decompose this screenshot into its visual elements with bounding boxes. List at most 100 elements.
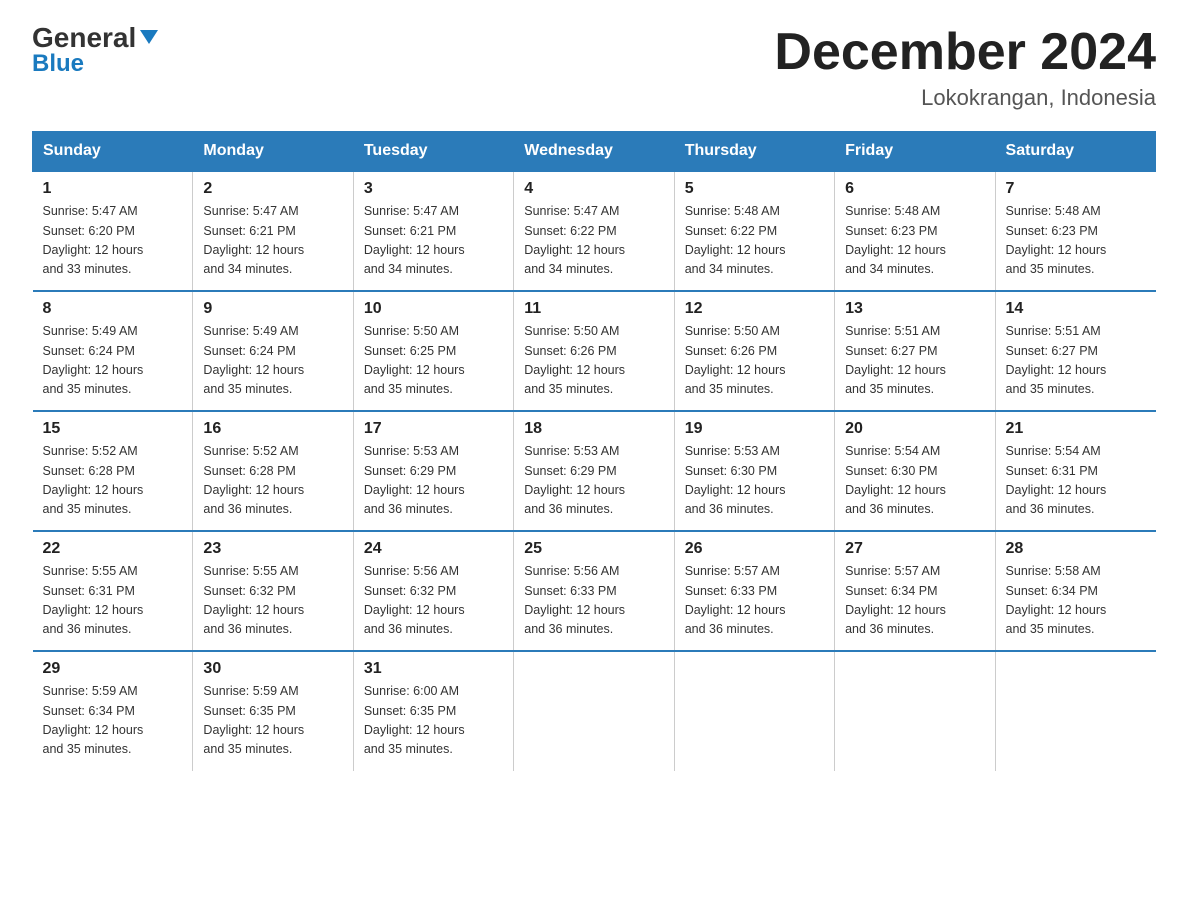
day-number: 24 (364, 540, 503, 558)
day-number: 8 (43, 300, 183, 318)
day-number: 4 (524, 180, 663, 198)
calendar-table: Sunday Monday Tuesday Wednesday Thursday… (32, 131, 1156, 771)
table-row: 30 Sunrise: 5:59 AM Sunset: 6:35 PM Dayl… (193, 651, 353, 771)
day-number: 12 (685, 300, 824, 318)
day-number: 1 (43, 180, 183, 198)
day-info: Sunrise: 5:53 AM Sunset: 6:29 PM Dayligh… (524, 442, 663, 520)
day-info: Sunrise: 5:50 AM Sunset: 6:26 PM Dayligh… (685, 322, 824, 400)
day-info: Sunrise: 5:58 AM Sunset: 6:34 PM Dayligh… (1006, 562, 1146, 640)
day-number: 17 (364, 420, 503, 438)
table-row: 13 Sunrise: 5:51 AM Sunset: 6:27 PM Dayl… (835, 291, 995, 411)
col-sunday: Sunday (33, 132, 193, 172)
table-row: 19 Sunrise: 5:53 AM Sunset: 6:30 PM Dayl… (674, 411, 834, 531)
day-number: 23 (203, 540, 342, 558)
day-info: Sunrise: 5:49 AM Sunset: 6:24 PM Dayligh… (43, 322, 183, 400)
calendar-week-row: 22 Sunrise: 5:55 AM Sunset: 6:31 PM Dayl… (33, 531, 1156, 651)
table-row: 20 Sunrise: 5:54 AM Sunset: 6:30 PM Dayl… (835, 411, 995, 531)
calendar-week-row: 29 Sunrise: 5:59 AM Sunset: 6:34 PM Dayl… (33, 651, 1156, 771)
day-info: Sunrise: 5:54 AM Sunset: 6:30 PM Dayligh… (845, 442, 984, 520)
logo-arrow-icon (138, 26, 160, 48)
day-info: Sunrise: 5:59 AM Sunset: 6:34 PM Dayligh… (43, 682, 183, 760)
table-row: 27 Sunrise: 5:57 AM Sunset: 6:34 PM Dayl… (835, 531, 995, 651)
table-row (514, 651, 674, 771)
table-row: 29 Sunrise: 5:59 AM Sunset: 6:34 PM Dayl… (33, 651, 193, 771)
col-wednesday: Wednesday (514, 132, 674, 172)
day-info: Sunrise: 5:48 AM Sunset: 6:23 PM Dayligh… (1006, 202, 1146, 280)
day-number: 14 (1006, 300, 1146, 318)
calendar-week-row: 1 Sunrise: 5:47 AM Sunset: 6:20 PM Dayli… (33, 171, 1156, 291)
table-row: 28 Sunrise: 5:58 AM Sunset: 6:34 PM Dayl… (995, 531, 1155, 651)
table-row: 11 Sunrise: 5:50 AM Sunset: 6:26 PM Dayl… (514, 291, 674, 411)
day-info: Sunrise: 5:48 AM Sunset: 6:23 PM Dayligh… (845, 202, 984, 280)
table-row: 24 Sunrise: 5:56 AM Sunset: 6:32 PM Dayl… (353, 531, 513, 651)
day-info: Sunrise: 5:56 AM Sunset: 6:33 PM Dayligh… (524, 562, 663, 640)
day-info: Sunrise: 6:00 AM Sunset: 6:35 PM Dayligh… (364, 682, 503, 760)
day-info: Sunrise: 5:50 AM Sunset: 6:25 PM Dayligh… (364, 322, 503, 400)
table-row: 12 Sunrise: 5:50 AM Sunset: 6:26 PM Dayl… (674, 291, 834, 411)
table-row (835, 651, 995, 771)
day-info: Sunrise: 5:55 AM Sunset: 6:31 PM Dayligh… (43, 562, 183, 640)
table-row: 8 Sunrise: 5:49 AM Sunset: 6:24 PM Dayli… (33, 291, 193, 411)
col-friday: Friday (835, 132, 995, 172)
day-number: 13 (845, 300, 984, 318)
table-row: 10 Sunrise: 5:50 AM Sunset: 6:25 PM Dayl… (353, 291, 513, 411)
table-row (674, 651, 834, 771)
table-row: 7 Sunrise: 5:48 AM Sunset: 6:23 PM Dayli… (995, 171, 1155, 291)
day-number: 18 (524, 420, 663, 438)
day-number: 20 (845, 420, 984, 438)
day-number: 16 (203, 420, 342, 438)
day-number: 2 (203, 180, 342, 198)
day-info: Sunrise: 5:54 AM Sunset: 6:31 PM Dayligh… (1006, 442, 1146, 520)
day-number: 7 (1006, 180, 1146, 198)
day-number: 3 (364, 180, 503, 198)
table-row (995, 651, 1155, 771)
day-info: Sunrise: 5:53 AM Sunset: 6:29 PM Dayligh… (364, 442, 503, 520)
day-number: 10 (364, 300, 503, 318)
day-info: Sunrise: 5:52 AM Sunset: 6:28 PM Dayligh… (43, 442, 183, 520)
day-number: 27 (845, 540, 984, 558)
title-section: December 2024 Lokokrangan, Indonesia (774, 24, 1156, 111)
day-number: 19 (685, 420, 824, 438)
table-row: 25 Sunrise: 5:56 AM Sunset: 6:33 PM Dayl… (514, 531, 674, 651)
day-info: Sunrise: 5:59 AM Sunset: 6:35 PM Dayligh… (203, 682, 342, 760)
calendar-week-row: 8 Sunrise: 5:49 AM Sunset: 6:24 PM Dayli… (33, 291, 1156, 411)
day-info: Sunrise: 5:49 AM Sunset: 6:24 PM Dayligh… (203, 322, 342, 400)
table-row: 16 Sunrise: 5:52 AM Sunset: 6:28 PM Dayl… (193, 411, 353, 531)
logo-blue: Blue (32, 50, 84, 78)
day-number: 9 (203, 300, 342, 318)
table-row: 31 Sunrise: 6:00 AM Sunset: 6:35 PM Dayl… (353, 651, 513, 771)
day-info: Sunrise: 5:57 AM Sunset: 6:34 PM Dayligh… (845, 562, 984, 640)
day-info: Sunrise: 5:47 AM Sunset: 6:21 PM Dayligh… (364, 202, 503, 280)
day-number: 30 (203, 660, 342, 678)
table-row: 26 Sunrise: 5:57 AM Sunset: 6:33 PM Dayl… (674, 531, 834, 651)
table-row: 3 Sunrise: 5:47 AM Sunset: 6:21 PM Dayli… (353, 171, 513, 291)
table-row: 17 Sunrise: 5:53 AM Sunset: 6:29 PM Dayl… (353, 411, 513, 531)
table-row: 5 Sunrise: 5:48 AM Sunset: 6:22 PM Dayli… (674, 171, 834, 291)
day-number: 26 (685, 540, 824, 558)
day-info: Sunrise: 5:52 AM Sunset: 6:28 PM Dayligh… (203, 442, 342, 520)
day-number: 29 (43, 660, 183, 678)
day-info: Sunrise: 5:47 AM Sunset: 6:22 PM Dayligh… (524, 202, 663, 280)
table-row: 1 Sunrise: 5:47 AM Sunset: 6:20 PM Dayli… (33, 171, 193, 291)
day-info: Sunrise: 5:47 AM Sunset: 6:21 PM Dayligh… (203, 202, 342, 280)
day-info: Sunrise: 5:51 AM Sunset: 6:27 PM Dayligh… (1006, 322, 1146, 400)
page-header: General Blue December 2024 Lokokrangan, … (32, 24, 1156, 111)
table-row: 21 Sunrise: 5:54 AM Sunset: 6:31 PM Dayl… (995, 411, 1155, 531)
day-info: Sunrise: 5:57 AM Sunset: 6:33 PM Dayligh… (685, 562, 824, 640)
table-row: 6 Sunrise: 5:48 AM Sunset: 6:23 PM Dayli… (835, 171, 995, 291)
table-row: 9 Sunrise: 5:49 AM Sunset: 6:24 PM Dayli… (193, 291, 353, 411)
day-info: Sunrise: 5:53 AM Sunset: 6:30 PM Dayligh… (685, 442, 824, 520)
location-subtitle: Lokokrangan, Indonesia (774, 85, 1156, 111)
table-row: 18 Sunrise: 5:53 AM Sunset: 6:29 PM Dayl… (514, 411, 674, 531)
col-saturday: Saturday (995, 132, 1155, 172)
logo-general: General (32, 24, 136, 52)
day-info: Sunrise: 5:47 AM Sunset: 6:20 PM Dayligh… (43, 202, 183, 280)
day-number: 15 (43, 420, 183, 438)
calendar-week-row: 15 Sunrise: 5:52 AM Sunset: 6:28 PM Dayl… (33, 411, 1156, 531)
calendar-header-row: Sunday Monday Tuesday Wednesday Thursday… (33, 132, 1156, 172)
logo: General Blue (32, 24, 160, 78)
table-row: 4 Sunrise: 5:47 AM Sunset: 6:22 PM Dayli… (514, 171, 674, 291)
day-number: 22 (43, 540, 183, 558)
day-info: Sunrise: 5:56 AM Sunset: 6:32 PM Dayligh… (364, 562, 503, 640)
day-number: 31 (364, 660, 503, 678)
